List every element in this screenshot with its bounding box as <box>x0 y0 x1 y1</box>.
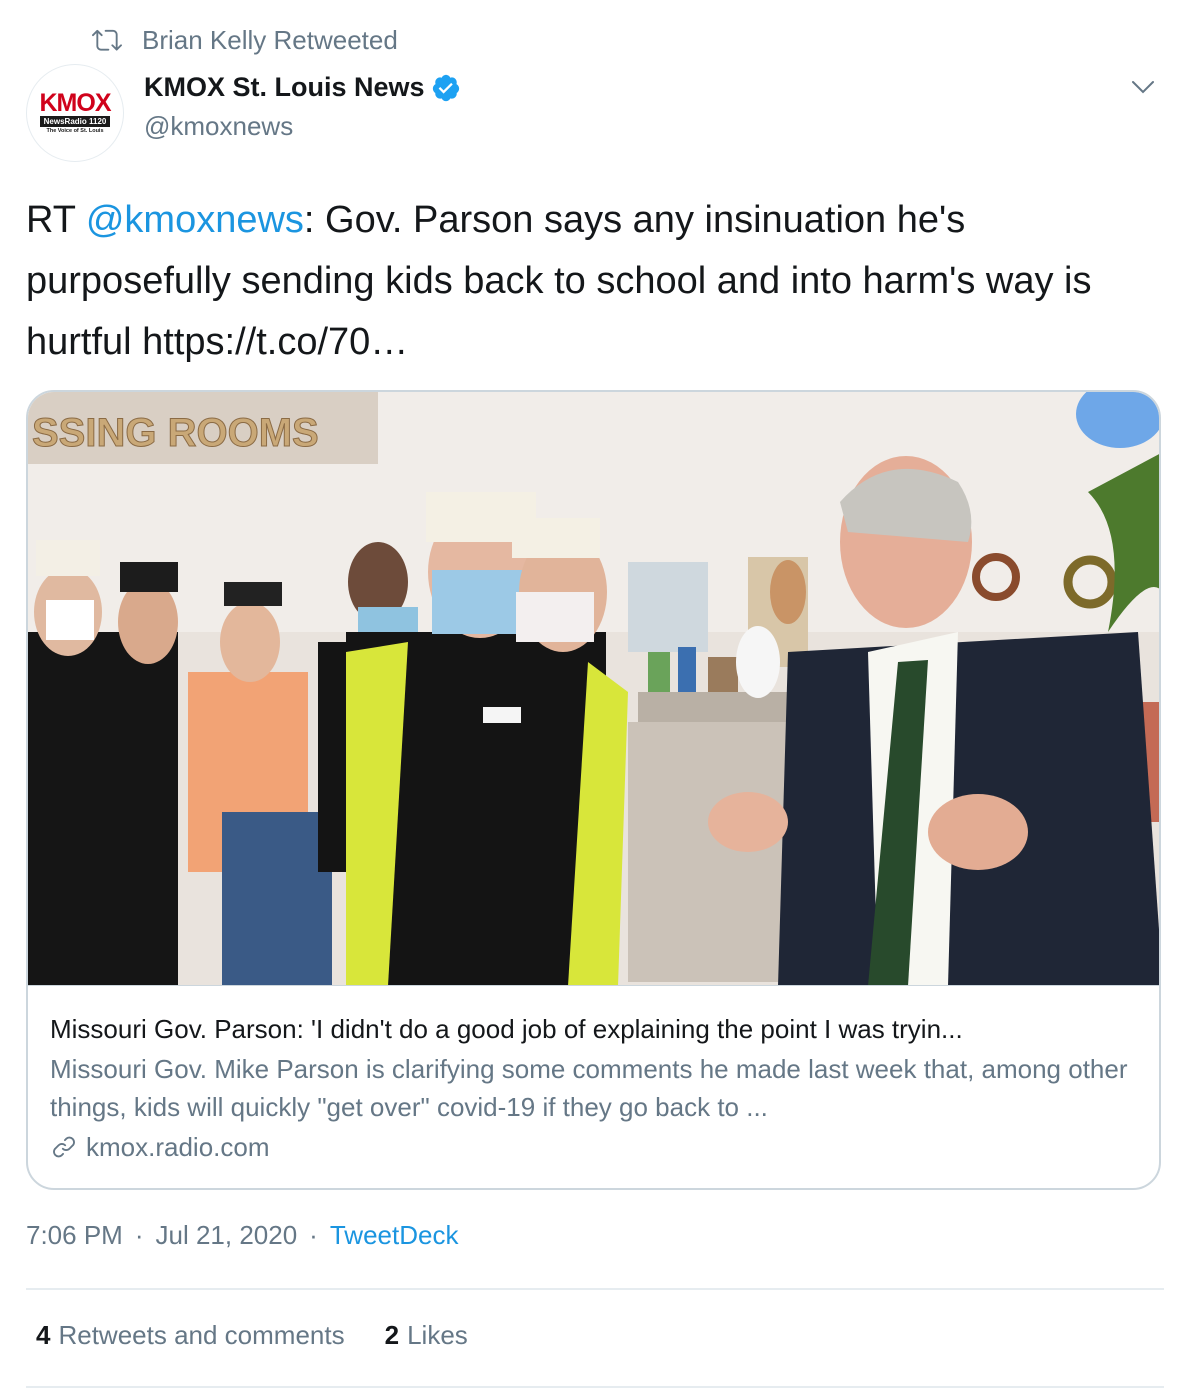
card-domain: kmox.radio.com <box>86 1132 270 1162</box>
divider <box>26 1386 1164 1388</box>
likes-count: 2 <box>384 1320 400 1350</box>
link-card[interactable]: SSING ROOMS Missouri Gov. Parson: 'I did… <box>26 390 1161 1190</box>
card-image[interactable]: SSING ROOMS <box>28 392 1159 986</box>
author-block: KMOX St. Louis News @kmoxnews <box>144 72 461 142</box>
link-icon <box>53 1136 75 1158</box>
author-name-row[interactable]: KMOX St. Louis News <box>144 72 461 103</box>
verified-badge-icon <box>432 74 459 101</box>
card-description: Missouri Gov. Mike Parson is clarifying … <box>50 1054 1128 1122</box>
avatar-logo-bar: NewsRadio 1120 <box>39 116 111 127</box>
avatar-logo-text: KMOX <box>39 89 112 117</box>
retweets-count: 4 <box>36 1320 51 1350</box>
store-sign-text: SSING ROOMS <box>32 411 319 455</box>
author-handle[interactable]: @kmoxnews <box>144 111 461 142</box>
tweet-text: RT @kmoxnews: Gov. Parson says any insin… <box>26 190 1166 373</box>
retweet-context[interactable]: Brian Kelly Retweeted <box>90 22 398 58</box>
tweet-meta: 7:06 PM · Jul 21, 2020 · TweetDeck <box>26 1220 458 1251</box>
avatar-logo-sub: The Voice of St. Louis <box>46 128 104 134</box>
retweets-stat[interactable]: 4 Retweets and comments <box>36 1320 345 1351</box>
card-photo: SSING ROOMS <box>28 392 1159 985</box>
divider <box>26 1288 1164 1290</box>
tweet-mention-link[interactable]: @kmoxnews <box>86 199 304 241</box>
likes-stat[interactable]: 2 Likes <box>385 1320 468 1351</box>
card-domain-row: kmox.radio.com <box>50 1128 1137 1166</box>
meta-separator: · <box>309 1220 318 1250</box>
retweet-label: Brian Kelly Retweeted <box>142 24 398 55</box>
tweet-header: KMOX NewsRadio 1120 The Voice of St. Lou… <box>26 64 1164 164</box>
card-title: Missouri Gov. Parson: 'I didn't do a goo… <box>50 1014 963 1044</box>
tweet-source-link[interactable]: TweetDeck <box>330 1220 459 1251</box>
tweet-date[interactable]: Jul 21, 2020 <box>156 1220 298 1251</box>
author-display-name[interactable]: KMOX St. Louis News <box>144 72 425 103</box>
tweet-stats: 4 Retweets and comments 2 Likes <box>36 1320 508 1351</box>
chevron-down-icon[interactable] <box>1126 72 1160 102</box>
avatar[interactable]: KMOX NewsRadio 1120 The Voice of St. Lou… <box>26 64 124 162</box>
tweet-prefix: RT <box>26 199 86 241</box>
card-body[interactable]: Missouri Gov. Parson: 'I didn't do a goo… <box>50 1010 1137 1166</box>
retweet-icon <box>92 29 122 51</box>
likes-label: Likes <box>407 1320 468 1350</box>
tweet-time[interactable]: 7:06 PM <box>26 1220 123 1251</box>
retweets-label: Retweets and comments <box>58 1320 345 1350</box>
meta-separator: · <box>134 1220 144 1250</box>
